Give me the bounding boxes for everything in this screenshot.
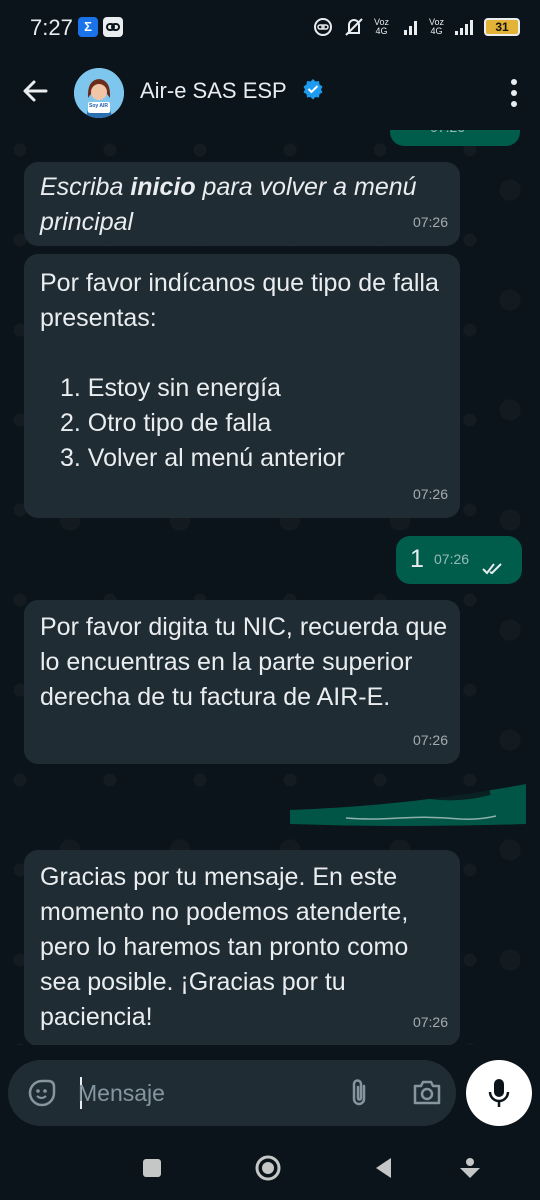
outgoing-message-partial[interactable]: 07:26 xyxy=(390,130,520,146)
sticker-emoji-icon[interactable] xyxy=(28,1079,56,1107)
battery-icon: 31 xyxy=(484,18,520,36)
back-arrow-icon[interactable] xyxy=(20,76,50,106)
chat-title[interactable]: Air-e SAS ESP xyxy=(140,78,287,104)
incoming-message[interactable]: Por favor digita tu NIC, recuerda que lo… xyxy=(24,600,460,764)
voice-message-button[interactable] xyxy=(466,1060,532,1126)
list-item: 1. Estoy sin energía xyxy=(60,374,281,402)
back-icon[interactable] xyxy=(370,1154,398,1182)
outgoing-message[interactable]: 1 07:26 xyxy=(396,536,522,584)
message-text: 1 xyxy=(410,545,424,573)
message-time: 07:26 xyxy=(412,732,448,748)
redacted-outgoing-message xyxy=(290,780,526,828)
message-text: Escriba inicio para volver a menú princi… xyxy=(40,173,417,236)
double-check-icon xyxy=(482,563,502,575)
assistant-icon[interactable] xyxy=(456,1154,484,1182)
option-list: 1. Estoy sin energía 2. Otro tipo de fal… xyxy=(40,371,444,476)
incoming-message[interactable]: Gracias por tu mensaje. En este momento … xyxy=(24,850,460,1045)
link-status-icon xyxy=(313,18,332,36)
mute-icon xyxy=(345,18,363,36)
status-bar: 7:27 Σ Voz 4G Voz 4G 31 xyxy=(0,0,540,54)
message-time: 07:26 xyxy=(434,551,470,567)
more-options-icon[interactable] xyxy=(510,78,518,108)
message-list[interactable]: 07:26 Escriba inicio para volver a menú … xyxy=(0,130,540,1045)
signal-icon-2 xyxy=(455,20,473,35)
message-text: Por favor indícanos que tipo de falla pr… xyxy=(40,269,439,332)
camera-icon[interactable] xyxy=(412,1078,442,1106)
message-composer xyxy=(8,1060,456,1126)
incoming-message[interactable]: Por favor indícanos que tipo de falla pr… xyxy=(24,254,460,518)
volte-indicator: Voz 4G xyxy=(373,17,389,36)
sigma-app-icon: Σ xyxy=(78,17,98,37)
message-text: Por favor digita tu NIC, recuerda que lo… xyxy=(40,613,448,711)
message-input[interactable] xyxy=(78,1074,328,1112)
verified-badge-icon xyxy=(303,79,323,100)
message-time: 07:26 xyxy=(412,214,448,230)
signal-icon xyxy=(403,21,417,35)
system-navigation-bar xyxy=(0,1140,540,1200)
link-app-icon xyxy=(103,17,123,37)
attach-clip-icon[interactable] xyxy=(346,1077,372,1109)
home-icon[interactable] xyxy=(254,1154,282,1182)
list-item: 2. Otro tipo de falla xyxy=(60,409,272,437)
message-time: 07:26 xyxy=(412,1014,448,1030)
avatar[interactable]: Soy AIR xyxy=(74,68,124,118)
list-item: 3. Volver al menú anterior xyxy=(60,444,345,472)
status-icons: Voz 4G Voz 4G 31 xyxy=(312,14,520,40)
chat-header: Soy AIR Air-e SAS ESP xyxy=(0,54,540,130)
message-time: 07:26 xyxy=(412,486,448,502)
volte-indicator-2: Voz 4G xyxy=(428,17,444,36)
microphone-icon xyxy=(488,1079,510,1107)
recent-apps-icon[interactable] xyxy=(138,1154,166,1182)
avatar-label: Soy AIR xyxy=(89,103,108,109)
status-time: 7:27 xyxy=(30,15,73,40)
message-text: Gracias por tu mensaje. En este momento … xyxy=(40,863,409,1031)
incoming-message[interactable]: Escriba inicio para volver a menú princi… xyxy=(24,162,460,246)
message-time: 07:26 xyxy=(430,130,465,145)
